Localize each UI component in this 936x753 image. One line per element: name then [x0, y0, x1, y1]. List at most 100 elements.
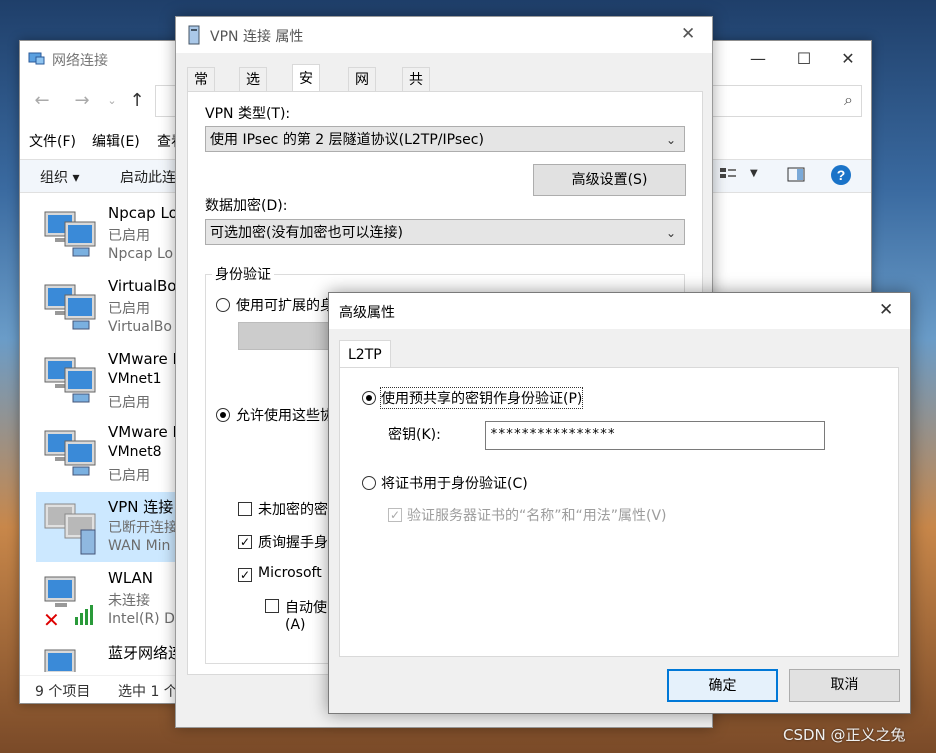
ok-button[interactable]: 确定	[667, 669, 778, 702]
title-bar: 高级属性 ✕	[329, 293, 910, 329]
list-item[interactable]: VMware N VMnet8 已启用	[36, 419, 186, 489]
certificate-radio[interactable]	[362, 476, 376, 490]
close-button[interactable]: ✕	[825, 41, 871, 77]
connection-status: 已启用	[108, 301, 150, 317]
dialog-title: 高级属性	[339, 305, 395, 321]
cancel-button[interactable]: 取消	[789, 669, 900, 702]
connection-device: Intel(R) D	[108, 611, 175, 627]
close-icon[interactable]: ✕	[879, 300, 893, 320]
minimize-button[interactable]: —	[735, 41, 781, 77]
vpn-connection-icon	[44, 503, 96, 555]
recent-chevron-icon[interactable]: ⌄	[100, 89, 124, 113]
connection-status: 未连接	[108, 593, 150, 609]
mschap-label: Microsoft	[258, 565, 322, 581]
maximize-button[interactable]: ☐	[781, 41, 827, 77]
search-box[interactable]: ⌕	[700, 85, 862, 117]
connection-name: VirtualBo	[108, 277, 177, 295]
list-item[interactable]: 蓝牙网络连	[36, 638, 186, 672]
window-title: 网络连接	[52, 53, 108, 69]
tab-general[interactable]: 常规	[187, 67, 215, 112]
dialog-title: VPN 连接 属性	[210, 29, 304, 45]
view-dropdown-chevron-icon[interactable]: ▼	[750, 168, 758, 179]
connection-name: VMware N	[108, 350, 184, 368]
help-icon[interactable]: ?	[830, 164, 852, 186]
psk-radio-label: 使用预共享的密钥作身份验证(P)	[379, 387, 584, 409]
selected-count: 选中 1 个	[118, 684, 178, 700]
start-connection-button[interactable]: 启动此连	[120, 167, 176, 187]
eap-method-select	[238, 322, 340, 350]
connection-name: WLAN	[108, 569, 154, 587]
network-adapter-icon	[44, 430, 96, 476]
auto-use-label: 自动使	[285, 600, 327, 616]
chevron-down-icon: ⌄	[665, 133, 676, 147]
list-item[interactable]: ✕ WLAN 未连接 Intel(R) D	[36, 565, 186, 635]
unencrypted-password-checkbox[interactable]	[238, 502, 252, 516]
connection-device: VirtualBo	[108, 319, 172, 335]
allow-protocols-label: 允许使用这些协	[236, 408, 334, 424]
search-icon: ⌕	[844, 90, 853, 109]
back-arrow-icon[interactable]: ←	[30, 89, 54, 113]
authentication-group-label: 身份验证	[212, 264, 274, 284]
list-item-selected[interactable]: VPN 连接 已断开连接 WAN Min	[36, 492, 186, 562]
network-adapter-icon	[44, 211, 96, 257]
tab-network[interactable]: 网络	[348, 67, 376, 112]
encryption-select[interactable]: 可选加密(没有加密也可以连接) ⌄	[205, 219, 685, 245]
network-folder-icon	[28, 52, 45, 65]
mschap-checkbox[interactable]: ✓	[238, 568, 252, 582]
watermark: CSDN @正义之兔	[783, 726, 906, 744]
close-icon[interactable]: ✕	[681, 24, 695, 44]
list-item[interactable]: VirtualBo 已启用 VirtualBo	[36, 273, 186, 343]
auto-use-checkbox[interactable]	[265, 599, 279, 613]
preview-pane-icon[interactable]	[786, 166, 806, 184]
connection-status: 已启用	[108, 228, 150, 244]
network-adapter-icon	[44, 357, 96, 403]
network-adapter-icon	[44, 284, 96, 330]
connection-name: 蓝牙网络连	[108, 644, 184, 662]
vpn-title-icon	[188, 25, 200, 45]
connection-device: Npcap Lo	[108, 246, 174, 262]
tab-sharing[interactable]: 共享	[402, 67, 430, 112]
tab-options[interactable]: 选项	[239, 67, 267, 112]
view-options-icon[interactable]	[718, 165, 740, 185]
wlan-icon: ✕	[43, 576, 93, 629]
unencrypted-password-label: 未加密的密	[258, 502, 328, 518]
eap-radio-label: 使用可扩展的身	[236, 298, 334, 314]
eap-radio[interactable]	[216, 298, 230, 312]
bluetooth-network-icon	[44, 649, 76, 672]
vpn-type-value: 使用 IPsec 的第 2 层隧道协议(L2TP/IPsec)	[210, 132, 484, 148]
verify-server-cert-checkbox[interactable]: ✓	[388, 508, 402, 522]
connection-name: VMware N	[108, 423, 184, 441]
chap-checkbox[interactable]: ✓	[238, 535, 252, 549]
list-item[interactable]: VMware N VMnet1 已启用	[36, 346, 186, 416]
vpn-type-select[interactable]: 使用 IPsec 的第 2 层隧道协议(L2TP/IPsec) ⌄	[205, 126, 685, 152]
up-arrow-icon[interactable]: ↑	[125, 89, 149, 113]
tab-l2tp[interactable]: L2TP	[339, 340, 391, 368]
connection-status: 已断开连接	[108, 520, 178, 536]
key-label: 密钥(K):	[388, 427, 441, 443]
encryption-value: 可选加密(没有加密也可以连接)	[210, 225, 403, 241]
forward-arrow-icon[interactable]: →	[70, 89, 94, 113]
title-bar: VPN 连接 属性 ✕	[176, 17, 712, 53]
menu-edit[interactable]: 编辑(E)	[92, 131, 140, 151]
auto-use-hint: (A)	[285, 617, 306, 633]
vpn-type-label: VPN 类型(T):	[205, 106, 291, 122]
connection-status: 已启用	[108, 468, 150, 484]
svg-text:✕: ✕	[43, 608, 60, 629]
verify-server-cert-label: 验证服务器证书的“名称”和“用法”属性(V)	[407, 508, 667, 524]
l2tp-tab-panel: 使用预共享的密钥作身份验证(P) 密钥(K): ****************…	[339, 367, 899, 657]
psk-radio[interactable]	[362, 391, 376, 405]
list-item[interactable]: Npcap Lo 已启用 Npcap Lo	[36, 200, 186, 270]
allow-protocols-radio[interactable]	[216, 408, 230, 422]
menu-file[interactable]: 文件(F)	[29, 131, 76, 151]
advanced-settings-button[interactable]: 高级设置(S)	[533, 164, 686, 196]
encryption-label: 数据加密(D):	[205, 198, 288, 214]
connection-status: 已启用	[108, 395, 150, 411]
connection-device: VMnet1	[108, 371, 162, 387]
preshared-key-input[interactable]: ****************	[485, 421, 825, 450]
advanced-properties-dialog: 高级属性 ✕ L2TP 使用预共享的密钥作身份验证(P) 密钥(K): ****…	[328, 292, 911, 714]
organize-menu[interactable]: 组织 ▾	[40, 167, 79, 187]
tab-security[interactable]: 安全	[292, 64, 320, 115]
connection-device: WAN Min	[108, 538, 171, 554]
certificate-radio-label: 将证书用于身份验证(C)	[381, 476, 528, 492]
chap-label: 质询握手身	[258, 535, 328, 551]
